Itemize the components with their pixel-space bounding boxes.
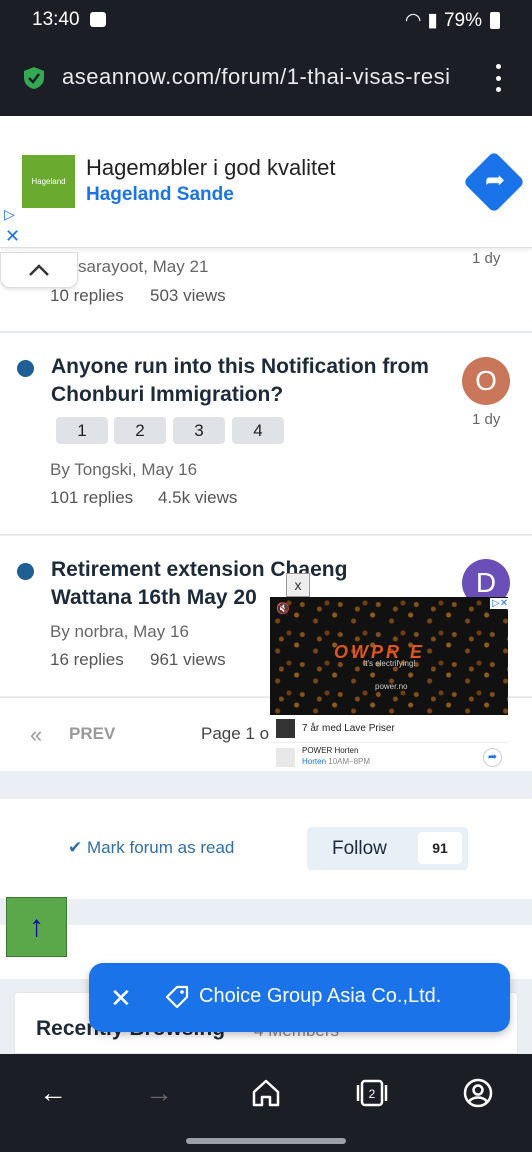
page-info[interactable]: Page 1 o bbox=[201, 724, 269, 744]
close-icon[interactable]: ✕ bbox=[110, 983, 132, 1014]
promo-logo-icon bbox=[276, 719, 295, 738]
ad-close-icon[interactable]: ✕ bbox=[5, 226, 20, 247]
page-chip[interactable]: 3 bbox=[173, 417, 225, 444]
topic-title[interactable]: Anyone run into this Notification from C… bbox=[51, 353, 451, 409]
topic-views: 4.5k views bbox=[158, 488, 238, 507]
home-icon[interactable] bbox=[249, 1076, 283, 1110]
battery-icon bbox=[490, 12, 500, 29]
back-to-top-button[interactable]: ↑ bbox=[6, 897, 67, 957]
topic-meta: By Tongski, May 16 bbox=[50, 460, 198, 479]
chevron-up-icon bbox=[29, 264, 49, 276]
follower-count: 91 bbox=[418, 832, 462, 864]
video-ad-site: power.no bbox=[375, 682, 408, 691]
topic-age: 1 dy bbox=[472, 411, 501, 428]
page-chip[interactable]: 2 bbox=[114, 417, 166, 444]
first-page-icon[interactable]: « bbox=[30, 722, 42, 748]
snackbar-text[interactable]: Choice Group Asia Co.,Ltd. bbox=[199, 985, 441, 1008]
topic-replies: 10 replies bbox=[50, 286, 124, 305]
topic-views: 503 views bbox=[150, 286, 226, 305]
wifi-icon: ◠ bbox=[404, 10, 422, 31]
video-ad-tagline: It's electrifying! bbox=[363, 659, 416, 668]
mute-icon[interactable]: 🔇 bbox=[276, 602, 290, 615]
image-notification-icon bbox=[90, 12, 106, 27]
video-ad-close-button[interactable]: x bbox=[286, 573, 310, 597]
browser-menu-icon[interactable] bbox=[492, 64, 504, 92]
unread-indicator bbox=[17, 360, 34, 377]
forward-icon[interactable]: → bbox=[142, 1076, 176, 1110]
follow-label[interactable]: Follow bbox=[332, 838, 387, 860]
topic-meta: By norbra, May 16 bbox=[50, 622, 189, 641]
page-chip[interactable]: 4 bbox=[232, 417, 284, 444]
status-right: ◠ ▮ 79% bbox=[405, 9, 500, 32]
ad-logo[interactable]: Hageland bbox=[22, 155, 75, 208]
collapse-button[interactable] bbox=[0, 252, 78, 288]
back-icon[interactable]: ← bbox=[36, 1076, 70, 1110]
profile-icon[interactable] bbox=[461, 1076, 495, 1110]
ad-title[interactable]: Hagemøbler i god kvalitet bbox=[86, 155, 335, 181]
store-location: Horten 10AM–8PM bbox=[302, 757, 371, 766]
tabs-icon[interactable]: 2 bbox=[355, 1076, 389, 1110]
store-name: POWER Horten bbox=[302, 746, 359, 755]
ad-arrow-glyph: ➦ bbox=[484, 167, 506, 194]
topic-meta: sarayoot, May 21 bbox=[78, 257, 209, 276]
unread-indicator bbox=[17, 563, 34, 580]
gesture-handle[interactable] bbox=[186, 1138, 346, 1144]
mark-forum-read-button[interactable]: ✔ Mark forum as read bbox=[68, 838, 234, 858]
topic-replies: 16 replies bbox=[50, 650, 124, 669]
prev-button[interactable]: PREV bbox=[69, 724, 115, 744]
adchoices-icon[interactable]: ▷ bbox=[4, 206, 15, 223]
video-ad-promo[interactable]: 7 år med Lave Priser bbox=[302, 723, 395, 734]
url-field[interactable]: aseannow.com/forum/1-thai-visas-resi bbox=[62, 64, 470, 90]
directions-icon[interactable]: ➦ bbox=[483, 748, 502, 767]
status-time: 13:40 bbox=[32, 9, 80, 30]
signal-icon: ▮ bbox=[427, 10, 438, 31]
page-chip[interactable]: 1 bbox=[56, 417, 108, 444]
secure-shield-icon[interactable] bbox=[23, 66, 45, 90]
battery-percent: 79% bbox=[443, 9, 482, 31]
adchoices-icon[interactable]: ▷✕ bbox=[490, 598, 511, 609]
topic-views: 961 views bbox=[150, 650, 226, 669]
avatar[interactable]: O bbox=[462, 357, 510, 405]
map-pin-icon bbox=[276, 748, 295, 767]
ad-banner[interactable] bbox=[0, 116, 532, 248]
svg-text:2: 2 bbox=[369, 1087, 376, 1101]
ad-subtitle[interactable]: Hageland Sande bbox=[86, 184, 234, 206]
topic-age: 1 dy bbox=[472, 250, 501, 267]
tag-icon bbox=[165, 985, 189, 1009]
topic-replies: 101 replies bbox=[50, 488, 134, 507]
